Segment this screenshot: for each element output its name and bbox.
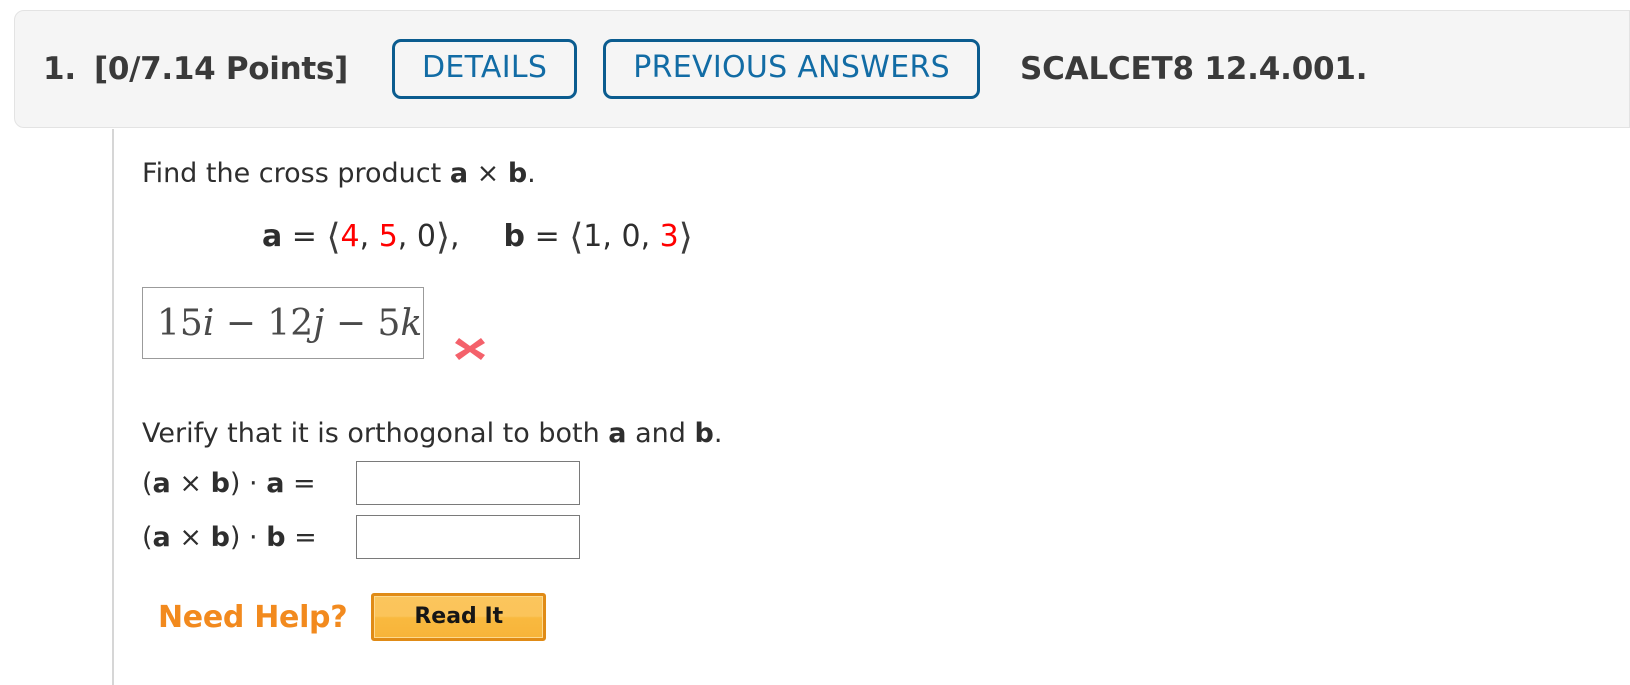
verify-vector-a: a	[608, 418, 627, 450]
answer-coefficient-3: 5	[377, 302, 401, 344]
vector-a-name: a	[262, 218, 283, 254]
dot-product-label-a: (a × b) · a =	[142, 468, 356, 499]
verify-instruction: Verify that it is orthogonal to both a a…	[142, 417, 1630, 451]
need-help-row: Need Help? Read It	[158, 593, 1630, 642]
vector-b-equals: =	[525, 218, 570, 254]
verify-vector-b: b	[694, 418, 714, 450]
answer-unit-j: j	[313, 302, 325, 344]
dot-product-input-b[interactable]	[356, 515, 580, 560]
verify-text-suffix: .	[713, 418, 723, 450]
dot-product-label-b: (a × b) · b =	[142, 522, 356, 553]
cross-product-answer-value: 15i − 12j − 5k	[157, 303, 422, 344]
question-number: 1.	[43, 51, 76, 87]
vector-a-component-3: 0	[416, 218, 436, 254]
vector-a-sep-1: ,	[359, 218, 379, 254]
question-source-label: SCALCET8 12.4.001.	[1019, 51, 1368, 87]
answer-operator-2: −	[324, 302, 378, 344]
previous-answers-button[interactable]: PREVIOUS ANSWERS	[603, 39, 980, 99]
verify-text-prefix: Verify that it is orthogonal to both	[142, 418, 609, 450]
vector-b-name: b	[503, 218, 526, 254]
vector-a-open-bracket: ⟨	[326, 216, 341, 258]
dot-b-vector-b: b	[210, 521, 230, 553]
dot-a-open-paren: (	[142, 467, 153, 499]
answer-unit-i: i	[202, 302, 215, 344]
need-help-label: Need Help?	[158, 599, 348, 635]
prompt-vector-b: b	[507, 158, 528, 189]
dot-a-operand: a	[266, 467, 285, 499]
dot-product-input-a[interactable]	[356, 461, 580, 506]
vector-a-component-2: 5	[378, 218, 398, 254]
vector-b-component-2: 0	[621, 218, 641, 254]
dot-b-operand: b	[266, 521, 286, 553]
dot-product-row-b: (a × b) · b =	[142, 515, 1630, 560]
prompt-text-prefix: Find the cross product	[142, 158, 450, 189]
vector-b-close-bracket: ⟩	[678, 216, 693, 258]
prompt-vector-a: a	[449, 158, 469, 189]
points-badge: [0/7.14 Points]	[93, 51, 348, 87]
question-header-bar: 1. [0/7.14 Points] DETAILS PREVIOUS ANSW…	[14, 10, 1630, 128]
answer-coefficient-1: 15	[157, 302, 203, 344]
dot-a-vector-a: a	[152, 467, 171, 499]
dot-a-cross: ×	[170, 467, 211, 499]
question-body: Find the cross product a × b. a = ⟨4, 5,…	[112, 129, 1630, 685]
answer-coefficient-2: 12	[267, 302, 314, 344]
dot-a-close-paren: ) ·	[229, 467, 267, 499]
vector-b-component-1: 1	[583, 218, 603, 254]
vector-a-component-1: 4	[340, 218, 360, 254]
details-button[interactable]: DETAILS	[391, 39, 578, 99]
vector-a-close-bracket: ⟩	[435, 216, 450, 258]
dot-b-open-paren: (	[142, 521, 153, 553]
given-vectors: a = ⟨4, 5, 0⟩, b = ⟨1, 0, 3⟩	[262, 216, 1630, 258]
vector-a-trailing-comma: ,	[450, 218, 460, 254]
cross-product-answer-box[interactable]: 15i − 12j − 5k	[142, 287, 424, 360]
dot-a-vector-b: b	[210, 467, 230, 499]
dot-a-equals: =	[284, 467, 316, 499]
vector-a-sep-2: ,	[397, 218, 417, 254]
answer-operator-1: −	[214, 302, 268, 344]
prompt-cross-symbol: ×	[468, 158, 508, 189]
question-prompt: Find the cross product a × b.	[142, 157, 1630, 191]
incorrect-x-icon	[452, 331, 488, 367]
dot-b-equals: =	[285, 521, 317, 553]
dot-b-cross: ×	[170, 521, 211, 553]
dot-b-vector-a: a	[152, 521, 171, 553]
vector-b-sep-2: ,	[640, 218, 660, 254]
dot-b-close-paren: ) ·	[229, 521, 267, 553]
dot-product-row-a: (a × b) · a =	[142, 461, 1630, 506]
vector-b-sep-1: ,	[602, 218, 622, 254]
vector-b-component-3: 3	[659, 218, 679, 254]
read-it-button[interactable]: Read It	[371, 593, 547, 642]
answer-row: 15i − 12j − 5k	[142, 287, 1630, 367]
vector-a-equals: =	[282, 218, 327, 254]
prompt-text-suffix: .	[527, 158, 536, 189]
answer-unit-k: k	[400, 302, 423, 344]
vector-b-open-bracket: ⟨	[569, 216, 584, 258]
verify-text-mid: and	[626, 418, 695, 450]
